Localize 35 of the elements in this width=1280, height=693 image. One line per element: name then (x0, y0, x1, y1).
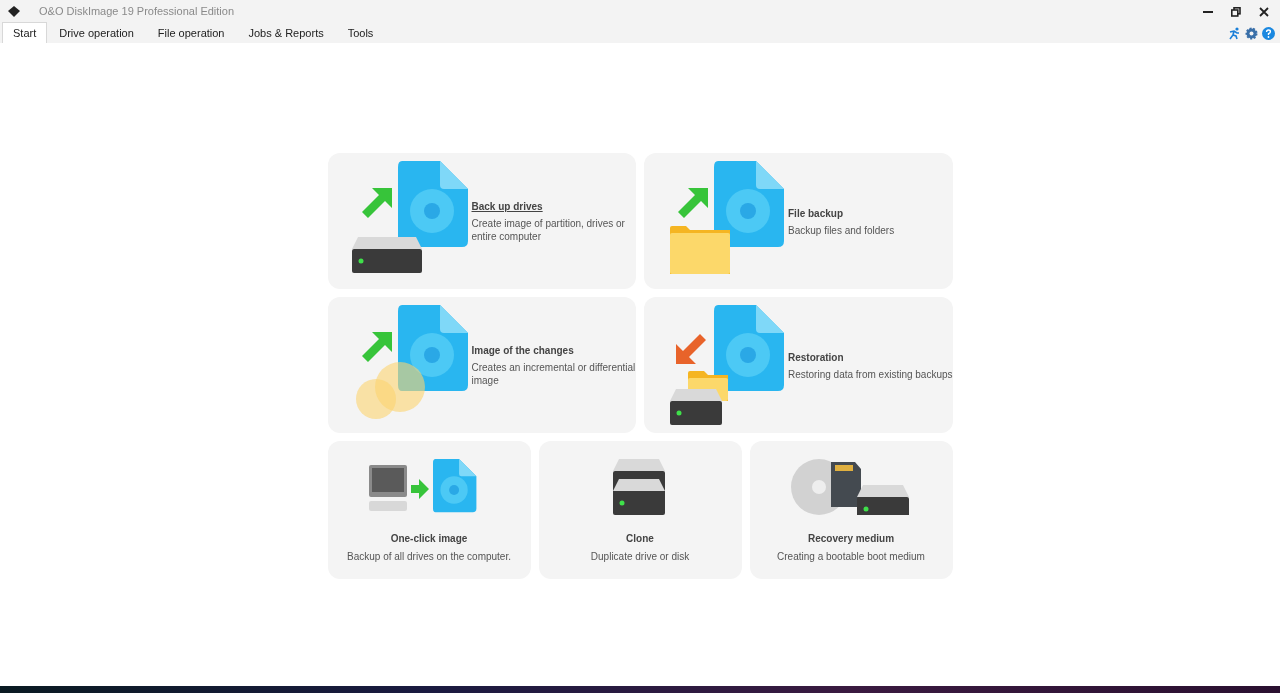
card-title: One-click image (390, 532, 468, 546)
tab[interactable]: Tools (335, 23, 386, 43)
card-description: Backup files and folders (788, 223, 896, 237)
running-figure-icon[interactable] (1228, 27, 1241, 40)
card-title: Image of the changes (471, 344, 575, 358)
help-icon[interactable] (1262, 27, 1275, 40)
card-description: Create image of partition, drives or entire computer (471, 217, 626, 243)
action-card[interactable]: Clone Duplicate drive or disk (538, 441, 742, 579)
card-description: Duplicate drive or disk (590, 550, 690, 564)
tab[interactable]: File operation (145, 23, 237, 43)
card-description: Restoring data from existing backups (788, 367, 954, 381)
card-description: Backup of all drives on the computer. (347, 550, 511, 564)
tab[interactable]: Start (2, 22, 48, 43)
window-title: O&O DiskImage 19 Professional Edition (39, 4, 235, 20)
tab[interactable]: Jobs & Reports (236, 23, 336, 43)
action-card[interactable]: Back up drives Create image of partition, drives or entire computer (327, 153, 636, 289)
card-title: File backup (788, 206, 844, 221)
tab[interactable]: Drive operation (47, 23, 146, 43)
restore-icon (1231, 6, 1241, 17)
card-title: Back up drives (471, 200, 544, 214)
card-description: Creating a bootable boot medium (777, 550, 925, 564)
action-card[interactable]: Recovery medium Creating a bootable boot medium (749, 441, 953, 579)
card-title: Restoration (788, 350, 845, 365)
action-card[interactable]: One-click image Backup of all drives on the computer. (327, 441, 531, 579)
minimize-icon (1203, 10, 1213, 13)
card-title: Recovery medium (807, 532, 895, 546)
action-card[interactable]: Image of the changes Creates an incremental or differential image (327, 297, 636, 433)
settings-icon[interactable] (1245, 27, 1258, 40)
action-card[interactable]: Restoration Restoring data from existing backups (644, 297, 953, 433)
card-description: Creates an incremental or differential image (471, 361, 637, 387)
clone-drawing (613, 459, 667, 515)
app-logo-icon (7, 4, 21, 19)
card-title: Clone (626, 532, 654, 546)
action-card[interactable]: File backup Backup files and folders (644, 153, 953, 289)
close-icon (1259, 6, 1269, 17)
